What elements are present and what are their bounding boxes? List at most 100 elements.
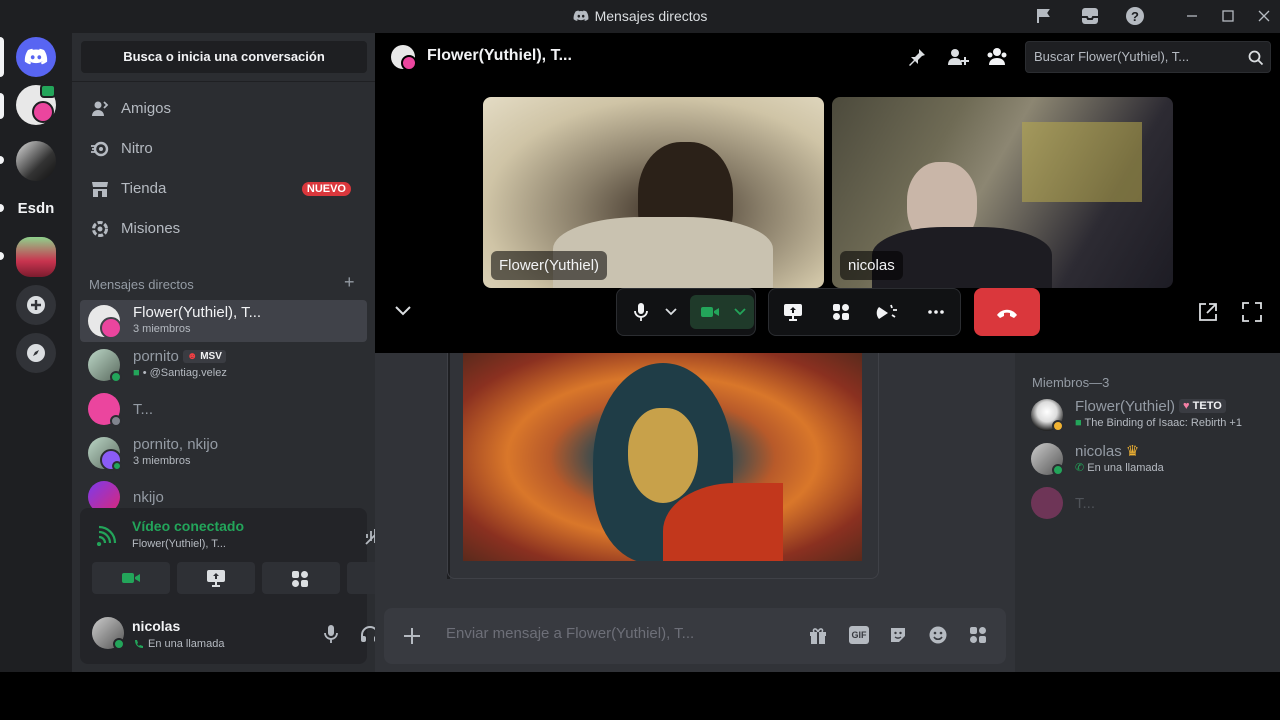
username[interactable]: nicolas (132, 618, 180, 634)
user-status: En una llamada (148, 638, 225, 650)
emoji-icon[interactable] (928, 625, 948, 645)
video-tile-nicolas[interactable]: nicolas (832, 97, 1173, 288)
server-rail: Esdn (0, 33, 72, 672)
member-item-flower[interactable]: Flower(Yuthiel) ♥ TETO ■ The Binding of I… (1023, 395, 1273, 437)
avatar (88, 437, 122, 471)
voice-channel-name[interactable]: Flower(Yuthiel), T... (132, 538, 226, 550)
avatar-badge (401, 55, 417, 71)
microphone-icon[interactable] (633, 302, 649, 322)
server-icon-1[interactable] (16, 141, 56, 181)
home-button[interactable] (16, 37, 56, 77)
shared-artwork-image[interactable] (463, 353, 862, 561)
minimize-icon[interactable] (1186, 10, 1198, 22)
voice-connection-panel: Vídeo conectado Flower(Yuthiel), T... ni… (80, 508, 425, 664)
channel-title[interactable]: Flower(Yuthiel), T... (427, 47, 572, 65)
help-icon[interactable]: ? (1125, 6, 1145, 26)
add-friends-icon[interactable] (947, 47, 969, 67)
collapse-chevron-icon[interactable] (395, 306, 411, 316)
search-icon[interactable] (1248, 50, 1264, 66)
screen-share-button[interactable] (177, 562, 255, 594)
activities-icon (291, 570, 309, 588)
inbox-icon[interactable] (1080, 6, 1100, 26)
hang-up-icon (995, 304, 1019, 320)
nav-nitro-label: Nitro (121, 140, 153, 157)
pin-icon[interactable] (907, 47, 927, 67)
voice-status-title[interactable]: Vídeo conectado (132, 518, 244, 534)
online-status (113, 638, 125, 650)
member-item-t[interactable]: T... (1023, 483, 1273, 525)
nav-nitro[interactable]: Nitro (80, 129, 367, 169)
game-controller-icon: ■ (133, 367, 140, 379)
more-options-icon[interactable] (927, 303, 945, 321)
guild-tag: ☻ MSV (182, 350, 226, 363)
dm-members-count: 3 miembros (133, 455, 191, 467)
video-tile-flower[interactable]: Flower(Yuthiel) (483, 97, 824, 288)
nitro-icon (90, 139, 110, 159)
unread-indicator (0, 93, 4, 119)
end-call-button[interactable] (974, 288, 1040, 336)
avatar-badge (32, 101, 54, 123)
mic-options-chevron-icon[interactable] (665, 308, 677, 316)
pop-out-icon[interactable] (1197, 301, 1219, 323)
search-box[interactable] (1025, 41, 1271, 73)
camera-toggle-button[interactable] (690, 295, 754, 329)
dm-item-pornito-nkijo[interactable]: pornito, nkijo 3 miembros (80, 432, 367, 474)
gif-button[interactable]: GIF (849, 626, 869, 644)
nav-friends[interactable]: Amigos (80, 89, 367, 129)
maximize-icon[interactable] (1222, 10, 1234, 22)
find-conversation-button[interactable]: Busca o inicia una conversación (81, 41, 367, 73)
activities-icon[interactable] (832, 303, 850, 321)
dm-name: pornito, nkijo (133, 436, 219, 453)
participant-name: nicolas (840, 251, 903, 280)
dm-name: Flower(Yuthiel), T... (133, 304, 262, 321)
member-name: T... (1075, 495, 1096, 512)
dm-item-group-flower[interactable]: Flower(Yuthiel), T... 3 miembros (80, 300, 367, 342)
screen-share-icon[interactable] (783, 302, 803, 322)
dm-item-t[interactable]: T... (80, 388, 367, 430)
message-input[interactable] (446, 625, 806, 642)
create-dm-plus-icon[interactable]: + (344, 272, 355, 293)
nav-shop[interactable]: Tienda NUEVO (80, 169, 367, 209)
member-name: nicolas ♛ (1075, 443, 1140, 460)
member-list-icon[interactable] (986, 47, 1008, 67)
camera-button[interactable] (92, 562, 170, 594)
soundboard-icon[interactable] (876, 302, 898, 322)
svg-text:?: ? (1131, 9, 1139, 24)
nav-quests[interactable]: Misiones (80, 209, 367, 249)
member-list-header: Miembros—3 (1032, 375, 1110, 390)
server-icon-2[interactable] (16, 237, 56, 277)
close-icon[interactable] (1258, 10, 1270, 22)
microphone-icon[interactable] (323, 624, 339, 644)
user-avatar[interactable] (92, 617, 125, 650)
discord-logo-icon (24, 45, 48, 69)
group-dm-avatar[interactable] (16, 84, 56, 125)
discover-button[interactable] (16, 333, 56, 373)
nav-shop-label: Tienda (121, 180, 167, 197)
search-input[interactable] (1034, 49, 1234, 64)
camera-options-chevron-icon[interactable] (734, 308, 746, 316)
dm-item-pornito[interactable]: pornito ☻ MSV ■ • @Santiag.velez (80, 344, 367, 386)
apps-icon[interactable] (969, 626, 987, 644)
divider (72, 81, 375, 82)
gift-icon[interactable] (808, 625, 828, 645)
active-indicator (0, 37, 4, 77)
group-avatar (391, 45, 417, 71)
dm-members-count: 3 miembros (133, 323, 191, 335)
activities-button[interactable] (262, 562, 340, 594)
participant-name: Flower(Yuthiel) (491, 251, 608, 280)
server-esdn[interactable]: Esdn (16, 200, 56, 217)
sticker-icon[interactable] (888, 625, 908, 645)
avatar (88, 349, 122, 383)
fullscreen-icon[interactable] (1241, 301, 1263, 323)
connection-signal-icon[interactable] (96, 524, 118, 546)
online-status (112, 461, 122, 471)
add-server-button[interactable] (16, 285, 56, 325)
video-call-area: Flower(Yuthiel) nicolas (375, 81, 1280, 353)
nav-friends-label: Amigos (121, 100, 172, 117)
dm-name: nkijo (133, 489, 164, 506)
inbox-flag-icon[interactable] (1035, 7, 1053, 25)
attach-plus-icon[interactable] (402, 626, 422, 646)
idle-status (1052, 420, 1064, 432)
member-activity: ■ The Binding of Isaac: Rebirth +1 (1075, 417, 1242, 429)
member-item-nicolas[interactable]: nicolas ♛ ✆ En una llamada (1023, 439, 1273, 481)
